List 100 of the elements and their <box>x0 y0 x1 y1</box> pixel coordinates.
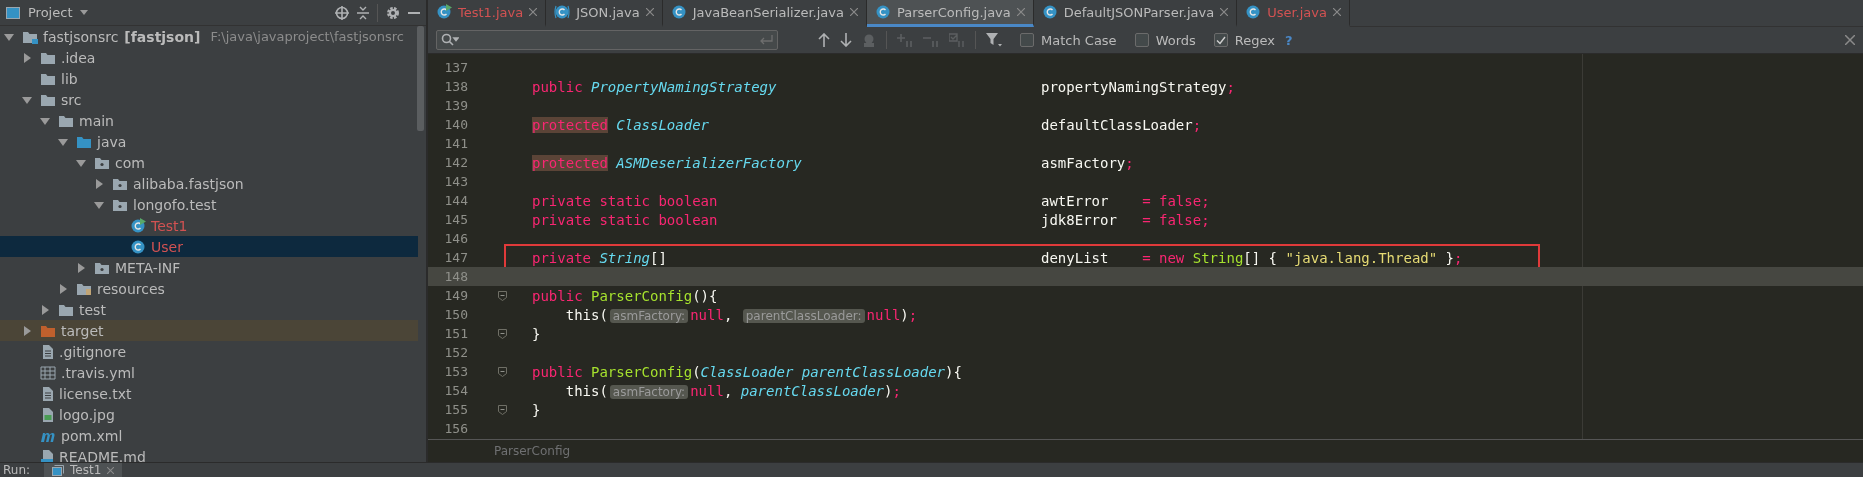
class-icon <box>554 4 571 20</box>
close-icon[interactable] <box>1333 8 1341 16</box>
line-number: 138 <box>443 79 468 94</box>
markdown-file-icon <box>40 448 54 462</box>
tree-item[interactable]: lib <box>0 68 418 89</box>
tree-item[interactable]: .idea <box>0 47 418 68</box>
expanded-arrow-icon[interactable] <box>76 157 86 168</box>
collapsed-arrow-icon[interactable] <box>58 283 68 294</box>
module-name: [fastjson] <box>124 28 201 45</box>
tree-item[interactable]: main <box>0 110 418 131</box>
text-file-icon <box>40 385 54 402</box>
option-checkbox[interactable]: Regex <box>1213 32 1275 48</box>
code-text: public ParserConfig(ClassLoader parentClassLoader){ <box>532 363 962 380</box>
code-text: protected ClassLoader <box>532 116 710 133</box>
expanded-arrow-icon[interactable] <box>4 31 14 42</box>
tree-item[interactable]: license.txt <box>0 383 418 404</box>
close-icon[interactable] <box>1016 8 1025 16</box>
filter-icon[interactable] <box>986 33 1002 47</box>
line-number: 139 <box>443 98 468 113</box>
collapsed-arrow-icon[interactable] <box>76 262 86 273</box>
tree-item[interactable]: README.md <box>0 446 418 462</box>
collapsed-arrow-icon[interactable] <box>40 304 50 315</box>
fold-marker-icon[interactable] <box>497 404 507 415</box>
code-text: private static boolean <box>532 192 719 209</box>
close-icon[interactable] <box>850 8 858 16</box>
line-number: 150 <box>443 307 468 322</box>
tree-item[interactable]: target <box>0 320 418 341</box>
check-icon <box>1215 35 1226 45</box>
tree-item[interactable]: User <box>0 236 418 257</box>
tree-item[interactable]: logo.jpg <box>0 404 418 425</box>
expanded-arrow-icon[interactable] <box>22 94 32 105</box>
tree-item[interactable]: .gitignore <box>0 341 418 362</box>
panel-title[interactable]: Project <box>28 5 73 20</box>
minimize-icon[interactable] <box>408 11 420 14</box>
code-text: public PropertyNamingStrategy <box>532 78 778 95</box>
editor-tab[interactable]: ParserConfig.java <box>867 0 1034 27</box>
line-number: 151 <box>443 326 468 341</box>
tree-item[interactable]: META-INF <box>0 257 418 278</box>
collapsed-arrow-icon[interactable] <box>22 325 32 336</box>
close-icon[interactable] <box>1220 8 1229 16</box>
line-number: 153 <box>443 364 468 379</box>
package-icon <box>94 260 110 275</box>
tree-label: .gitignore <box>59 343 126 360</box>
breadcrumb[interactable]: ParserConfig <box>494 444 571 458</box>
code-text: this( asmFactory: null, parentClassLoader); <box>564 382 901 399</box>
resource-folder-icon <box>76 281 92 296</box>
tree-item[interactable]: longofo.test <box>0 194 418 215</box>
tree-item[interactable]: alibaba.fastjson <box>0 173 418 194</box>
line-number: 154 <box>443 383 468 398</box>
code-text: protected ASMDeserializerFactory <box>532 154 803 171</box>
help-link[interactable]: ? <box>1285 32 1293 48</box>
collapse-all-icon[interactable] <box>357 5 369 20</box>
fold-marker-icon[interactable] <box>497 328 507 339</box>
close-icon[interactable] <box>529 8 538 16</box>
tree-label: license.txt <box>59 385 132 402</box>
editor-tab[interactable]: JavaBeanSerializer.java <box>662 0 867 27</box>
option-checkbox[interactable]: Match Case <box>1020 32 1117 48</box>
tree-label: target <box>61 322 104 339</box>
tree-item[interactable]: test <box>0 299 418 320</box>
locate-icon[interactable] <box>335 5 349 20</box>
close-icon[interactable] <box>645 8 654 16</box>
fold-marker-icon[interactable] <box>497 366 507 377</box>
expanded-arrow-icon[interactable] <box>94 199 104 210</box>
code-text: awtError = false; <box>1041 192 1210 209</box>
code-text: } <box>532 325 541 342</box>
editor-tab[interactable]: DefaultJSONParser.java <box>1033 0 1238 27</box>
line-number: 148 <box>443 269 468 284</box>
text-file-icon <box>40 343 54 360</box>
editor-tab[interactable]: JSON.java <box>546 0 663 27</box>
expanded-arrow-icon[interactable] <box>58 136 68 147</box>
class-icon <box>875 4 891 20</box>
collapsed-arrow-icon[interactable] <box>22 52 32 63</box>
search-field[interactable] <box>436 30 778 50</box>
close-icon[interactable] <box>107 466 115 474</box>
console-icon <box>52 464 65 476</box>
table-file-icon <box>40 365 56 380</box>
class-icon <box>1041 4 1058 20</box>
code-text: asmFactory; <box>1041 154 1134 171</box>
code-text: } <box>532 401 541 418</box>
run-tab[interactable]: Test1 <box>44 463 123 477</box>
package-icon <box>112 176 128 191</box>
tree-item[interactable]: com <box>0 152 418 173</box>
tree-item[interactable]: .travis.yml <box>0 362 418 383</box>
image-file-icon <box>40 406 54 423</box>
option-checkbox[interactable]: Words <box>1134 32 1196 48</box>
tree-item[interactable]: src <box>0 89 418 110</box>
tree-item[interactable]: pom.xml <box>0 425 418 446</box>
arrow-up-icon[interactable] <box>818 33 830 47</box>
expanded-arrow-icon[interactable] <box>40 115 50 126</box>
fold-marker-icon[interactable] <box>497 290 507 301</box>
arrow-down-icon[interactable] <box>840 33 852 47</box>
tree-item[interactable]: java <box>0 131 418 152</box>
excluded-folder-icon <box>40 323 56 338</box>
tree-item[interactable]: resources <box>0 278 418 299</box>
tree-item[interactable]: fastjsonsrc [fastjson] F:\java\javaproject\fastjsonsrc <box>0 26 418 47</box>
scrollbar-thumb[interactable] <box>417 26 424 131</box>
settings-icon[interactable] <box>386 5 400 20</box>
close-icon[interactable] <box>1845 35 1855 45</box>
collapsed-arrow-icon[interactable] <box>94 178 104 189</box>
tree-label: test <box>79 301 106 318</box>
